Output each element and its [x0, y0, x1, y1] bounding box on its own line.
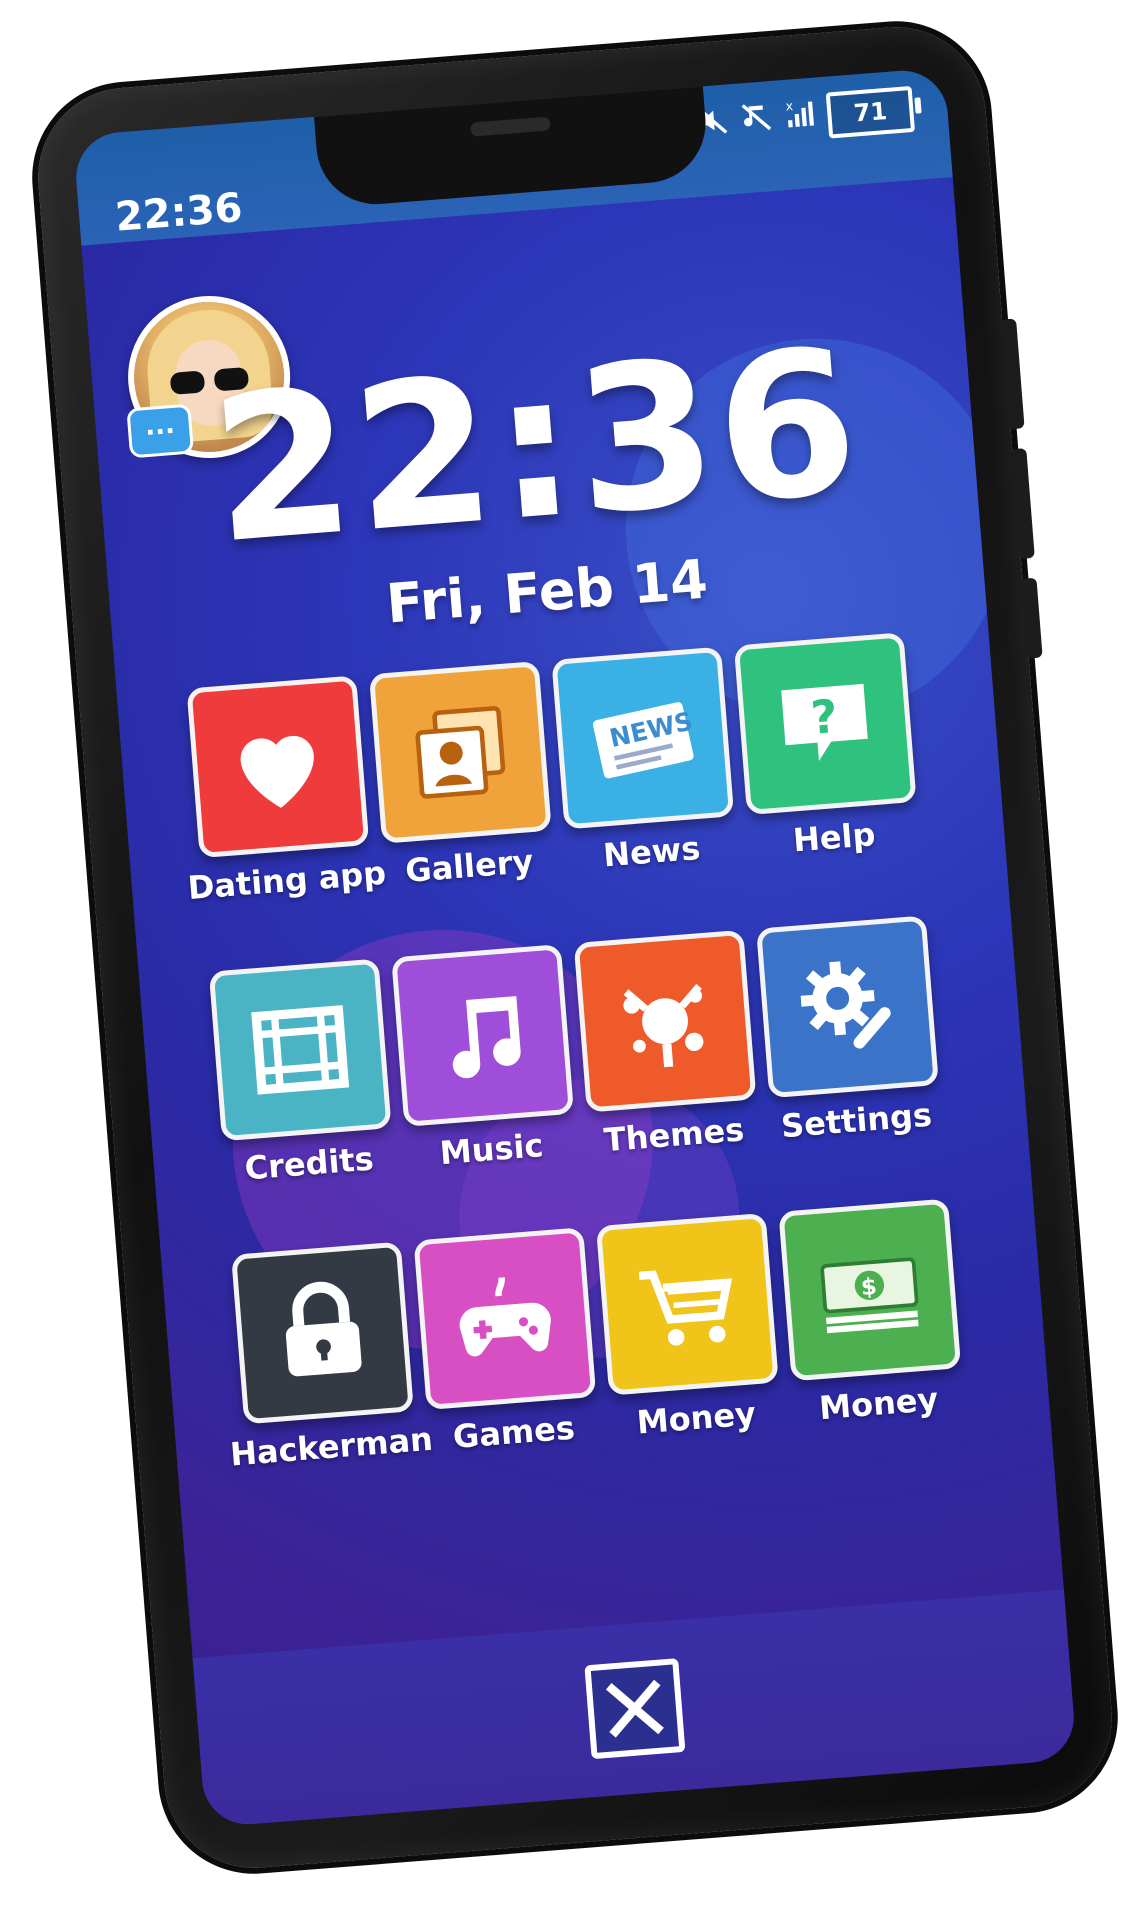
stage: 22:36 x 71 ... 22:36 Fri, Feb 14 Dating …: [0, 0, 1143, 1924]
app-label: Settings: [779, 1095, 934, 1146]
app-games[interactable]: Games: [413, 1227, 600, 1458]
cart-icon: [638, 1270, 733, 1346]
paint-splash-icon: [623, 983, 704, 1068]
earpiece: [469, 116, 551, 137]
app-grid: Dating app Gallery NEWS News ? Help Cred…: [186, 632, 965, 1474]
games-tile[interactable]: [413, 1227, 597, 1411]
app-label: Help: [791, 815, 877, 860]
svg-text:x: x: [785, 99, 794, 115]
app-label: Money: [817, 1379, 940, 1428]
cash-icon: $: [820, 1257, 919, 1334]
app-money-cart[interactable]: Money: [595, 1212, 783, 1444]
lock-icon: [285, 1281, 362, 1377]
svg-text:?: ?: [809, 689, 840, 745]
app-label: Hackerman: [228, 1419, 435, 1474]
dating-app-tile[interactable]: [186, 675, 370, 859]
close-button[interactable]: [584, 1658, 686, 1760]
app-label: News: [601, 828, 702, 875]
app-label: Money: [635, 1394, 758, 1442]
battery-icon: 71: [825, 85, 916, 139]
no-signal-icon: x: [782, 95, 819, 140]
heart-icon: [240, 735, 314, 808]
no-vibrate-icon: [738, 99, 775, 144]
close-icon: [605, 1679, 664, 1738]
svg-text:$: $: [860, 1274, 878, 1301]
hackerman-tile[interactable]: [231, 1241, 414, 1425]
home-screen: 22:36 x 71 ... 22:36 Fri, Feb 14 Dating …: [72, 67, 1078, 1828]
money-cash-tile[interactable]: $: [778, 1198, 962, 1382]
app-themes[interactable]: Themes: [573, 929, 761, 1161]
app-music[interactable]: Music: [391, 944, 578, 1175]
phone: 22:36 x 71 ... 22:36 Fri, Feb 14 Dating …: [31, 20, 1119, 1875]
status-icons: x 71: [694, 85, 916, 149]
app-help[interactable]: ? Help: [733, 632, 921, 863]
music-tile[interactable]: [391, 944, 575, 1127]
app-label: Gallery: [403, 842, 535, 891]
help-tile[interactable]: ?: [733, 632, 917, 816]
app-label: Music: [438, 1126, 545, 1173]
gear-wrench-icon: [800, 961, 891, 1049]
settings-tile[interactable]: [756, 915, 939, 1099]
themes-tile[interactable]: [573, 929, 757, 1113]
money-cart-tile[interactable]: [595, 1212, 779, 1396]
film-icon: [251, 1005, 350, 1095]
app-label: Credits: [243, 1139, 376, 1188]
credits-tile[interactable]: [208, 958, 392, 1142]
music-note-icon: [452, 996, 521, 1079]
news-icon: NEWS: [592, 702, 695, 779]
app-dating[interactable]: Dating app: [186, 675, 387, 907]
app-credits[interactable]: Credits: [208, 958, 396, 1189]
app-settings[interactable]: Settings: [756, 915, 943, 1146]
app-gallery[interactable]: Gallery: [368, 660, 556, 892]
app-money-cash[interactable]: $ Money: [778, 1198, 965, 1430]
gallery-tile[interactable]: [368, 660, 552, 844]
status-time: 22:36: [113, 184, 245, 241]
app-label: Games: [451, 1408, 577, 1457]
gallery-icon: [415, 706, 506, 799]
gamepad-icon: [459, 1277, 551, 1357]
app-news[interactable]: NEWS News: [551, 646, 738, 878]
news-tile[interactable]: NEWS: [551, 646, 735, 830]
app-label: Dating app: [186, 853, 388, 908]
battery-level: 71: [852, 96, 889, 128]
app-label: Themes: [602, 1110, 746, 1160]
help-icon: ?: [781, 683, 868, 761]
app-hackerman[interactable]: Hackerman: [229, 1241, 434, 1474]
